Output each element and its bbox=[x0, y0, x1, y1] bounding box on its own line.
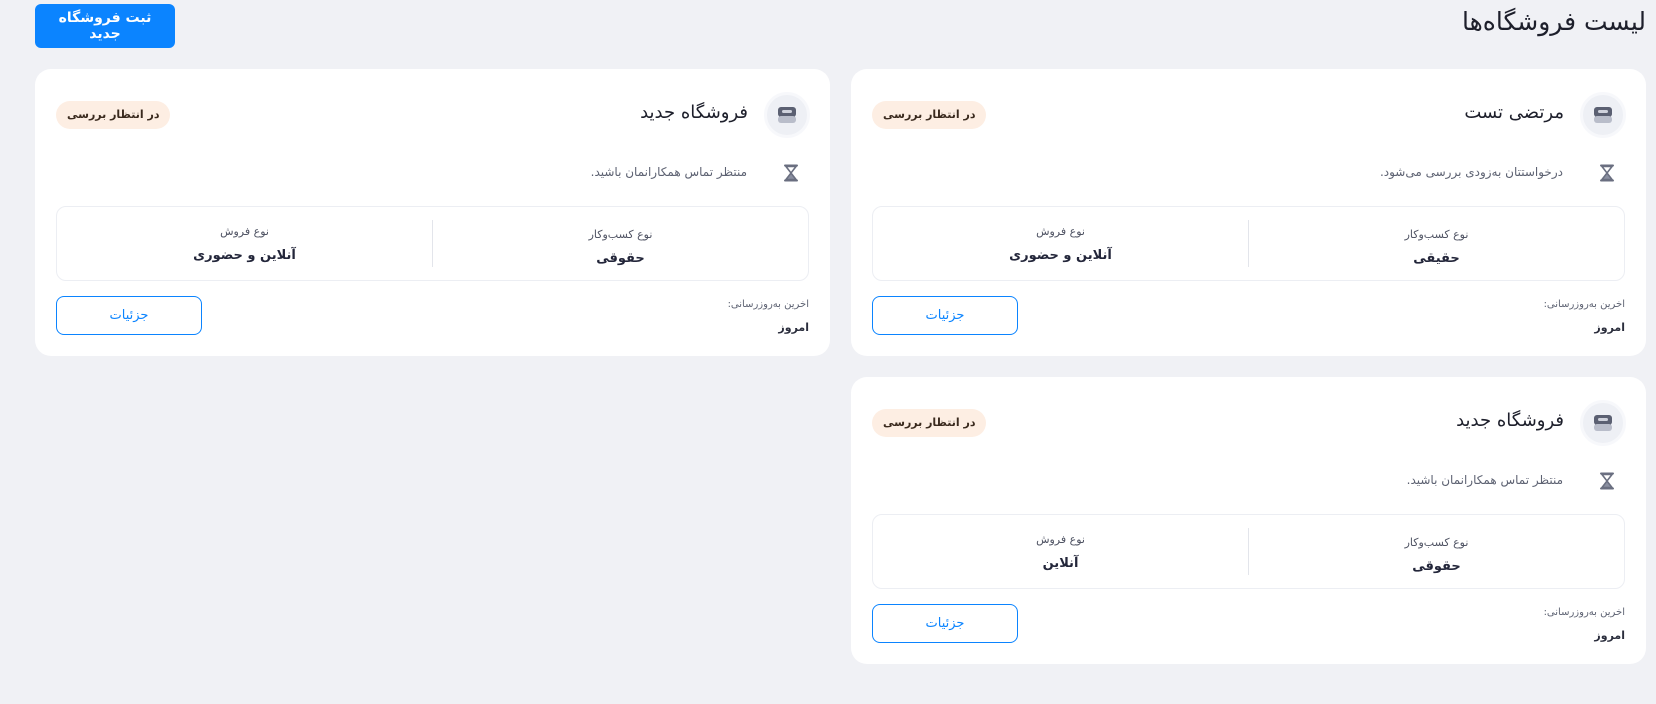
store-card: فروشگاه جدید در انتظار بررسی منتظر تماس … bbox=[35, 69, 830, 356]
business-type-field: نوع کسب‌وکار حقوقی bbox=[1249, 515, 1624, 588]
store-card: مرتضی تست در انتظار بررسی درخواستتان به‌… bbox=[851, 69, 1646, 356]
status-message: منتظر تماس همکارانمان باشید. bbox=[590, 165, 747, 179]
last-updated-label: اخرین به‌روزرسانی: bbox=[1543, 607, 1625, 618]
sales-type-field: نوع فروش آنلاین bbox=[873, 528, 1249, 575]
sales-type-label: نوع فروش bbox=[1036, 224, 1085, 238]
hourglass-icon bbox=[784, 164, 798, 182]
store-info-box: نوع کسب‌وکار حقوقی نوع فروش آنلاین و حضو… bbox=[56, 206, 809, 281]
sales-type-value: آنلاین و حضوری bbox=[1009, 247, 1112, 263]
sales-type-field: نوع فروش آنلاین و حضوری bbox=[873, 220, 1249, 267]
status-badge: در انتظار بررسی bbox=[872, 101, 987, 129]
store-info-box: نوع کسب‌وکار حقوقی نوع فروش آنلاین bbox=[872, 514, 1625, 589]
sales-type-value: آنلاین bbox=[1042, 555, 1079, 571]
details-button[interactable]: جزئیات bbox=[872, 604, 1018, 643]
store-avatar-icon bbox=[1580, 400, 1626, 446]
details-button[interactable]: جزئیات bbox=[872, 296, 1018, 335]
new-store-button[interactable]: ثبت فروشگاه جدید bbox=[35, 4, 175, 48]
hourglass-icon bbox=[1600, 472, 1614, 490]
status-message: درخواستتان به‌زودی بررسی می‌شود. bbox=[1379, 165, 1563, 179]
business-type-value: حقیقی bbox=[1413, 250, 1460, 266]
store-name: فروشگاه جدید bbox=[1456, 410, 1564, 431]
page-title: لیست فروشگاه‌ها bbox=[1461, 7, 1646, 36]
business-type-label: نوع کسب‌وکار bbox=[1404, 227, 1469, 241]
store-list-page: لیست فروشگاه‌ها ثبت فروشگاه جدید مرتضی ت… bbox=[0, 0, 1656, 704]
status-badge: در انتظار بررسی bbox=[56, 101, 171, 129]
last-updated-value: امروز bbox=[778, 321, 809, 334]
last-updated-value: امروز bbox=[1594, 629, 1625, 642]
store-name: فروشگاه جدید bbox=[640, 102, 748, 123]
business-type-field: نوع کسب‌وکار حقوقی bbox=[433, 207, 808, 280]
store-info-box: نوع کسب‌وکار حقیقی نوع فروش آنلاین و حضو… bbox=[872, 206, 1625, 281]
hourglass-icon bbox=[1600, 164, 1614, 182]
sales-type-field: نوع فروش آنلاین و حضوری bbox=[57, 220, 433, 267]
sales-type-label: نوع فروش bbox=[1036, 532, 1085, 546]
status-message: منتظر تماس همکارانمان باشید. bbox=[1406, 473, 1563, 487]
business-type-field: نوع کسب‌وکار حقیقی bbox=[1249, 207, 1624, 280]
last-updated-value: امروز bbox=[1594, 321, 1625, 334]
store-card: فروشگاه جدید در انتظار بررسی منتظر تماس … bbox=[851, 377, 1646, 664]
last-updated-label: اخرین به‌روزرسانی: bbox=[1543, 299, 1625, 310]
status-badge: در انتظار بررسی bbox=[872, 409, 987, 437]
business-type-label: نوع کسب‌وکار bbox=[1404, 535, 1469, 549]
business-type-label: نوع کسب‌وکار bbox=[588, 227, 653, 241]
business-type-value: حقوقی bbox=[596, 250, 645, 266]
store-avatar-icon bbox=[1580, 92, 1626, 138]
store-avatar-icon bbox=[764, 92, 810, 138]
business-type-value: حقوقی bbox=[1412, 558, 1461, 574]
store-name: مرتضی تست bbox=[1464, 102, 1564, 123]
details-button[interactable]: جزئیات bbox=[56, 296, 202, 335]
sales-type-value: آنلاین و حضوری bbox=[193, 247, 296, 263]
last-updated-label: اخرین به‌روزرسانی: bbox=[727, 299, 809, 310]
sales-type-label: نوع فروش bbox=[220, 224, 269, 238]
